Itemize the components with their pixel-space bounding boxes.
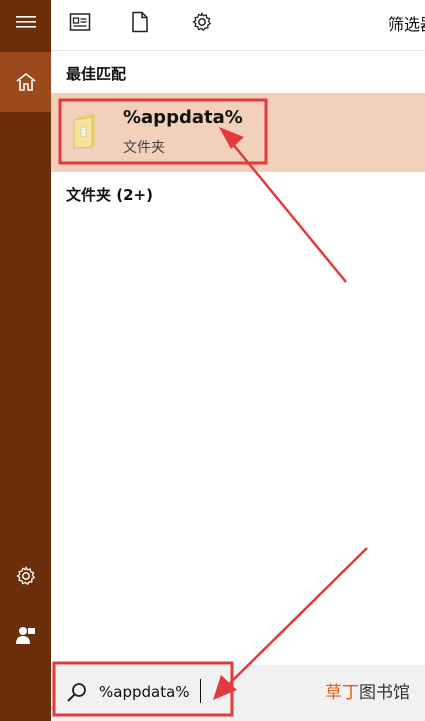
search-icon: [67, 683, 86, 702]
menu-button[interactable]: [0, 0, 51, 44]
account-button[interactable]: [0, 612, 51, 658]
text-caret: [200, 679, 201, 703]
folders-heading[interactable]: 文件夹 (2+): [66, 184, 153, 205]
document-icon: [69, 13, 91, 31]
results-toolbar: 筛选器: [51, 0, 425, 44]
watermark-accent: 草丁: [325, 683, 359, 703]
gear-icon: [192, 12, 211, 31]
filters-label[interactable]: 筛选器: [388, 11, 425, 35]
watermark-logo: 草丁图书馆: [325, 678, 410, 703]
settings-filter-button[interactable]: [188, 8, 216, 36]
sidebar-bottom: [0, 668, 51, 721]
hamburger-icon: [15, 16, 36, 28]
file-icon: [132, 11, 148, 33]
best-match-result[interactable]: %appdata% 文件夹: [51, 93, 425, 172]
files-filter-button[interactable]: [126, 8, 154, 36]
search-bar: 草丁图书馆: [51, 665, 425, 721]
home-icon: [16, 72, 35, 91]
settings-icon: [16, 566, 35, 585]
documents-filter-button[interactable]: [66, 8, 94, 36]
user-icon: [15, 627, 35, 644]
result-type: 文件夹: [123, 140, 165, 156]
watermark-rest: 图书馆: [359, 683, 410, 703]
toolbar-divider: [51, 50, 425, 51]
folder-icon: [73, 114, 95, 149]
result-title: %appdata%: [123, 107, 243, 128]
search-input[interactable]: [99, 678, 249, 706]
home-button[interactable]: [0, 52, 51, 112]
best-match-heading: 最佳匹配: [66, 65, 127, 83]
settings-button[interactable]: [0, 554, 51, 598]
